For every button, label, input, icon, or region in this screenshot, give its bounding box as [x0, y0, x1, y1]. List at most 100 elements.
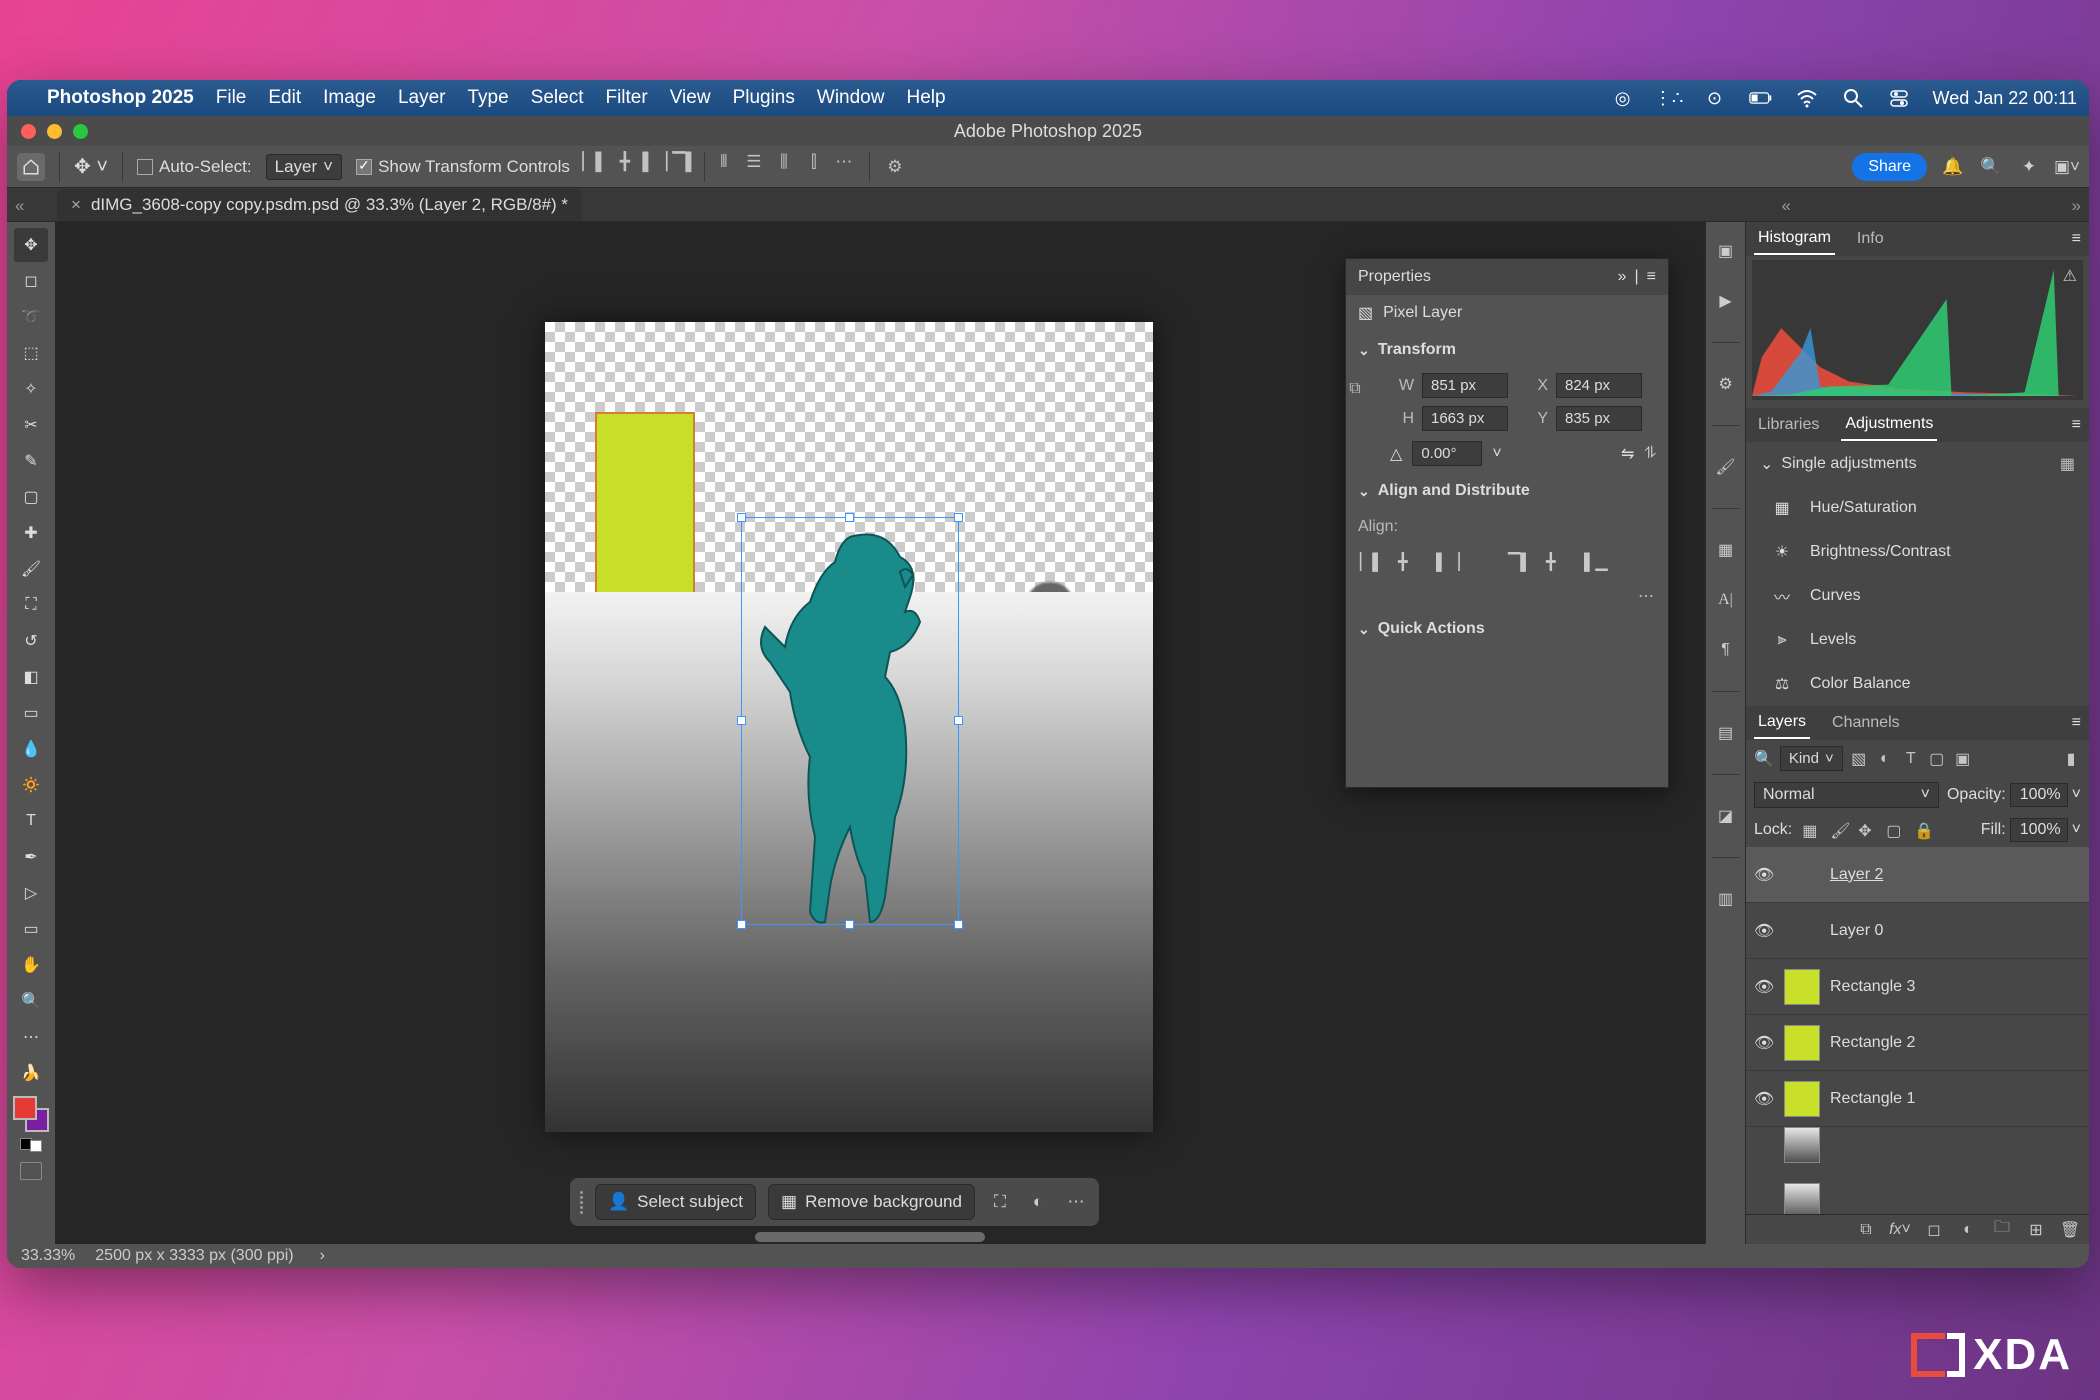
wifi-icon[interactable]	[1795, 86, 1819, 110]
adjust-icon[interactable]: ◐	[1025, 1189, 1051, 1215]
filter-toggle-icon[interactable]: ▮	[2061, 750, 2081, 768]
transform-bounds[interactable]	[741, 517, 959, 925]
object-select-tool[interactable]: ⬚	[14, 336, 48, 370]
select-subject-button[interactable]: 👤Select subject	[595, 1184, 756, 1220]
tab-histogram[interactable]: Histogram	[1754, 223, 1835, 255]
layer-row[interactable]: 👁 Layer 2	[1746, 847, 2089, 903]
collapse-mid-icon[interactable]: «	[1782, 196, 1791, 216]
collapse-right-icon[interactable]: »	[2072, 196, 2081, 216]
shape-tool[interactable]: ▭	[14, 912, 48, 946]
tab-adjustments[interactable]: Adjustments	[1841, 409, 1937, 441]
adjustment-layer-icon[interactable]: ◐	[1959, 1221, 1977, 1239]
visibility-icon[interactable]: 👁	[1754, 1033, 1774, 1053]
status-more-icon[interactable]: ›	[320, 1247, 325, 1265]
layer-row[interactable]: 👁Layer 0	[1746, 903, 2089, 959]
eraser-tool[interactable]: ◧	[14, 660, 48, 694]
dodge-tool[interactable]: 🔅	[14, 768, 48, 802]
menu-plugins[interactable]: Plugins	[733, 87, 795, 109]
tab-layers[interactable]: Layers	[1754, 707, 1810, 739]
bell-icon[interactable]: 🔔	[1941, 155, 1965, 179]
lasso-tool[interactable]: ➰	[14, 300, 48, 334]
x-input[interactable]: 824 px	[1556, 373, 1642, 398]
link-wh-icon[interactable]: ⧉	[1346, 369, 1364, 409]
menu-image[interactable]: Image	[323, 87, 376, 109]
character-icon[interactable]: A|	[1713, 587, 1739, 613]
transform-section[interactable]: Transform	[1346, 331, 1668, 369]
control-center-icon[interactable]	[1887, 86, 1911, 110]
layer-filter-kind[interactable]: Kind˅	[1780, 746, 1843, 771]
default-colors-icon[interactable]	[20, 1138, 42, 1152]
menu-file[interactable]: File	[216, 87, 247, 109]
glyphs-icon[interactable]: ▤	[1713, 720, 1739, 746]
navigator-icon[interactable]: ▣	[1713, 238, 1739, 264]
marquee-tool[interactable]: ◻	[14, 264, 48, 298]
paragraph-icon[interactable]: ¶	[1713, 637, 1739, 663]
tab-channels[interactable]: Channels	[1828, 708, 1904, 738]
frame-tool[interactable]: ▢	[14, 480, 48, 514]
adjustments-section-header[interactable]: Single adjustments▦	[1746, 442, 2089, 486]
close-tab-icon[interactable]: ×	[71, 195, 81, 215]
layer-name[interactable]: Rectangle 1	[1830, 1090, 2081, 1108]
more-align-icon[interactable]: ⋯	[1346, 582, 1668, 610]
layer-name[interactable]: Layer 2	[1830, 866, 2081, 884]
libraries-icon[interactable]: ▥	[1713, 886, 1739, 912]
search-icon[interactable]: 🔍	[1979, 155, 2003, 179]
menu-layer[interactable]: Layer	[398, 87, 446, 109]
more-icon[interactable]: ⋯	[1063, 1189, 1089, 1215]
cloud-sync-icon[interactable]: ◎	[1611, 86, 1635, 110]
cc-icon[interactable]: ⋮∴	[1657, 86, 1681, 110]
brush-tool[interactable]: 🖌	[14, 552, 48, 586]
path-select-tool[interactable]: ▷	[14, 876, 48, 910]
width-input[interactable]: 851 px	[1422, 373, 1508, 398]
swatches-icon[interactable]: ▦	[1713, 537, 1739, 563]
spotlight-icon[interactable]	[1841, 86, 1865, 110]
auto-select-checkbox[interactable]: Auto-Select:	[137, 157, 252, 177]
trash-icon[interactable]: 🗑	[2061, 1221, 2079, 1239]
close-window-icon[interactable]	[21, 124, 36, 139]
quick-actions-section[interactable]: Quick Actions	[1346, 610, 1668, 648]
group-icon[interactable]: 🗀	[1993, 1221, 2011, 1239]
adj-hue-saturation[interactable]: ▦Hue/Saturation	[1746, 486, 2089, 530]
align-vcenter-icon[interactable]: ╋	[1546, 552, 1570, 574]
filter-pixel-icon[interactable]: ▧	[1849, 750, 1869, 768]
horizontal-scrollbar[interactable]	[755, 1232, 985, 1242]
banana-icon[interactable]: 🍌	[14, 1056, 48, 1090]
zoom-level[interactable]: 33.33%	[21, 1247, 75, 1265]
type-tool[interactable]: T	[14, 804, 48, 838]
adj-color-balance[interactable]: ⚖Color Balance	[1746, 662, 2089, 706]
align-right-icon[interactable]: ▌▕	[644, 152, 666, 172]
align-bottom-icon[interactable]: ▌▁	[1584, 552, 1608, 574]
lock-all-icon[interactable]: 🔒	[1914, 821, 1932, 839]
visibility-icon[interactable]: 👁	[1754, 977, 1774, 997]
magic-wand-tool[interactable]: ✧	[14, 372, 48, 406]
doc-info[interactable]: 2500 px x 3333 px (300 ppi)	[95, 1247, 293, 1265]
visibility-icon[interactable]: 👁	[1754, 865, 1774, 885]
align-right-icon[interactable]: ▌▕	[1436, 552, 1460, 574]
menu-view[interactable]: View	[670, 87, 711, 109]
history-brush-tool[interactable]: ↺	[14, 624, 48, 658]
layer-thumbnail[interactable]	[1784, 1127, 1820, 1163]
flip-v-icon[interactable]: ⥮	[1644, 445, 1656, 463]
quickmask-icon[interactable]	[20, 1162, 42, 1180]
collapse-left-icon[interactable]: «	[15, 196, 24, 216]
align-section[interactable]: Align and Distribute	[1346, 472, 1668, 510]
layer-thumbnail[interactable]	[1784, 969, 1820, 1005]
stamp-tool[interactable]: ⛶	[14, 588, 48, 622]
blur-tool[interactable]: 💧	[14, 732, 48, 766]
panel-menu-icon[interactable]: ≡	[2072, 714, 2081, 732]
gradient-tool[interactable]: ▭	[14, 696, 48, 730]
healing-tool[interactable]: ✚	[14, 516, 48, 550]
y-input[interactable]: 835 px	[1556, 406, 1642, 431]
tab-info[interactable]: Info	[1853, 224, 1888, 254]
layer-name[interactable]: Rectangle 3	[1830, 978, 2081, 996]
home-button[interactable]	[17, 153, 45, 181]
menubar-clock[interactable]: Wed Jan 22 00:11	[1933, 88, 2077, 109]
record-icon[interactable]: ⊙	[1703, 86, 1727, 110]
fill-value[interactable]: 100%	[2010, 818, 2068, 842]
align-top-icon[interactable]: ▔▌	[674, 152, 696, 172]
layer-row[interactable]: 👁Rectangle 2	[1746, 1015, 2089, 1071]
flip-h-icon[interactable]: ⇋	[1621, 444, 1634, 464]
layer-thumbnail[interactable]	[1784, 1183, 1820, 1215]
drag-handle-icon[interactable]	[580, 1191, 583, 1214]
app-name[interactable]: Photoshop 2025	[47, 87, 194, 109]
